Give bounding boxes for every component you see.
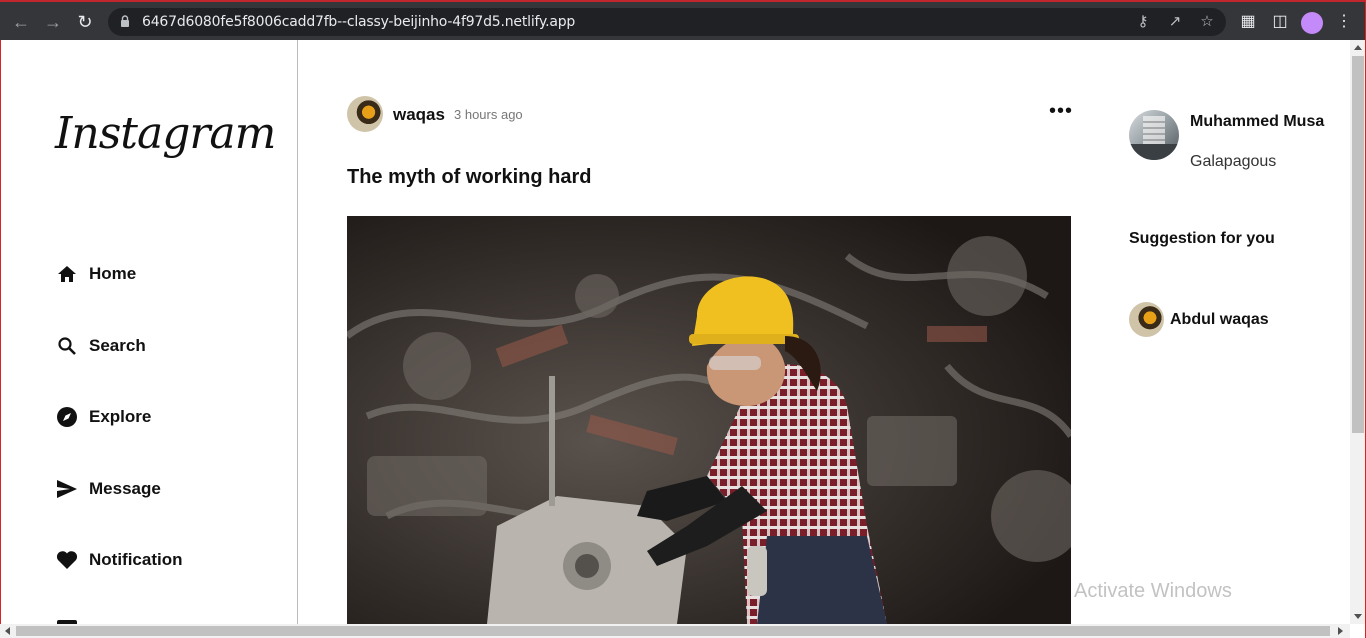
user-avatar[interactable]: [1129, 110, 1179, 160]
vertical-scroll-thumb[interactable]: [1352, 56, 1364, 433]
horizontal-scroll-thumb[interactable]: [16, 626, 1330, 636]
nav-explore-label: Explore: [89, 407, 152, 426]
suggestion-item[interactable]: Abdul waqas: [1129, 302, 1269, 337]
address-bar[interactable]: 6467d6080fe5f8006cadd7fb--classy-beijinh…: [108, 8, 1226, 36]
browser-toolbar: ← → ↻ 6467d6080fe5f8006cadd7fb--classy-b…: [0, 0, 1366, 40]
reload-icon[interactable]: ↻: [74, 11, 96, 33]
scroll-up-arrow-icon[interactable]: [1354, 45, 1362, 50]
vertical-scrollbar[interactable]: [1350, 40, 1366, 624]
post-author-avatar[interactable]: [347, 96, 383, 132]
key-icon[interactable]: ⚷: [1134, 13, 1152, 31]
post-title: The myth of working hard: [347, 166, 592, 188]
nav-home[interactable]: Home: [55, 262, 136, 286]
user-name[interactable]: Muhammed Musa: [1190, 113, 1324, 131]
suggestion-avatar[interactable]: [1129, 302, 1164, 337]
instagram-logo[interactable]: Instagram: [55, 108, 276, 159]
scroll-down-arrow-icon[interactable]: [1354, 614, 1362, 619]
nav-message[interactable]: Message: [55, 477, 161, 501]
back-icon[interactable]: ←: [10, 11, 32, 33]
post-header: waqas 3 hours ago •••: [347, 96, 1073, 132]
activate-windows-watermark: Activate Windows: [1074, 580, 1232, 602]
home-icon: [55, 262, 79, 286]
nav-notification[interactable]: Notification: [55, 548, 183, 572]
more-icon[interactable]: •••: [1049, 101, 1073, 121]
nav-notification-label: Notification: [89, 550, 183, 569]
heart-icon: [55, 548, 79, 572]
post-photo: [347, 216, 1071, 624]
star-icon[interactable]: ☆: [1198, 13, 1216, 31]
extensions-icon[interactable]: ▦: [1238, 12, 1258, 32]
sidebar: Instagram Home Search Explore Message No…: [1, 40, 298, 624]
page-content: Instagram Home Search Explore Message No…: [0, 40, 1350, 624]
share-icon[interactable]: ↗: [1166, 13, 1184, 31]
post-username[interactable]: waqas: [393, 105, 445, 125]
profile-icon[interactable]: [1301, 12, 1323, 34]
scroll-left-arrow-icon[interactable]: [5, 627, 10, 635]
lock-icon: [121, 15, 129, 27]
nav-message-label: Message: [89, 479, 161, 498]
nav-search[interactable]: Search: [55, 334, 146, 358]
search-icon: [55, 334, 79, 358]
forward-icon[interactable]: →: [42, 11, 64, 33]
nav-home-label: Home: [89, 264, 137, 283]
nav-explore[interactable]: Explore: [55, 405, 151, 429]
horizontal-scrollbar[interactable]: [0, 624, 1350, 638]
nav-search-label: Search: [89, 336, 146, 355]
send-icon: [55, 477, 79, 501]
user-location: Galapagous: [1190, 153, 1277, 170]
side-panel-icon[interactable]: ◫: [1270, 12, 1290, 32]
url-text: 6467d6080fe5f8006cadd7fb--classy-beijinh…: [142, 14, 576, 30]
scroll-right-arrow-icon[interactable]: [1338, 627, 1343, 635]
menu-icon[interactable]: ⋮: [1334, 12, 1354, 32]
compass-icon: [55, 405, 79, 429]
suggestions-heading: Suggestion for you: [1129, 230, 1275, 247]
suggestion-name[interactable]: Abdul waqas: [1170, 311, 1269, 329]
post-timestamp: 3 hours ago: [454, 107, 523, 122]
